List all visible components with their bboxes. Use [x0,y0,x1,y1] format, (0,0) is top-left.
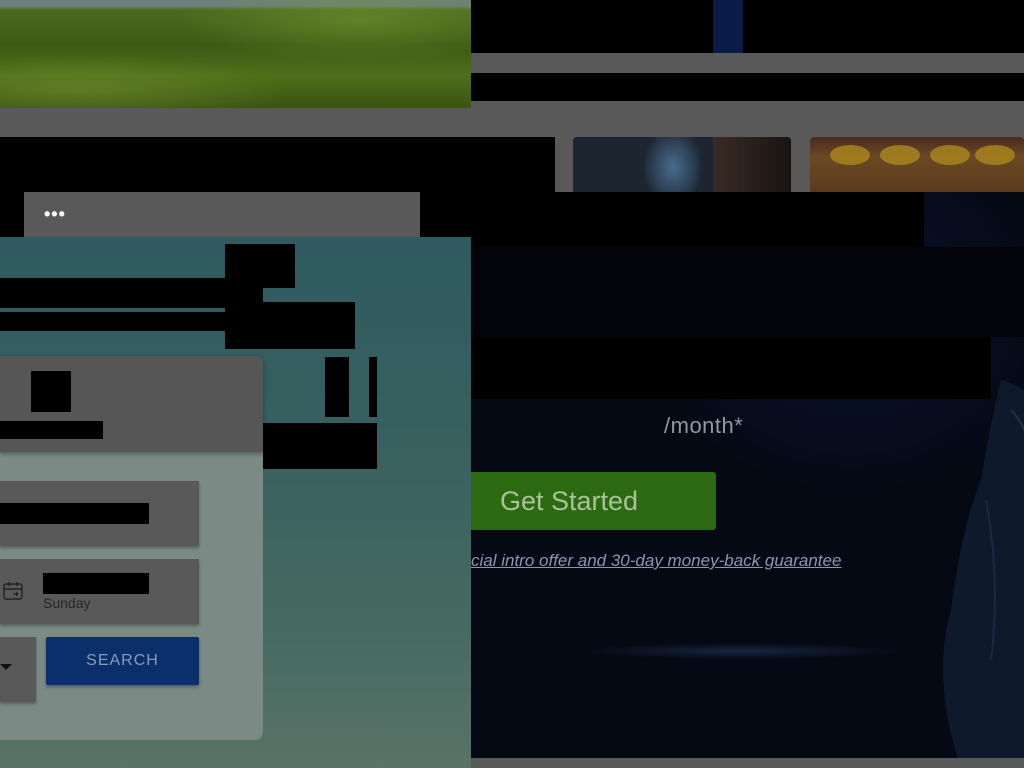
redacted-panel-title [0,421,103,439]
redacted-heading [252,423,377,469]
price-suffix: /month* [664,413,744,438]
redacted-nav-bar [471,73,1024,101]
divider [471,53,1024,73]
calendar-icon [3,582,23,600]
get-started-button[interactable]: Get Started [471,472,716,530]
offer-details-link[interactable]: cial intro offer and 30-day money-back g… [471,551,841,571]
divider [0,108,471,137]
redacted-headline [471,192,924,247]
top-bar-accent [713,0,743,53]
right-window: /month* Get Started cial intro offer and… [471,0,1024,768]
search-input[interactable] [24,192,420,237]
person-image [943,380,1024,768]
thumbnail-image[interactable] [573,137,791,192]
redacted-heading [225,288,263,302]
redacted-header-bar [0,137,471,192]
redacted-thumbnail [471,137,555,192]
hero-landscape-image [0,0,471,108]
redacted-heading [325,357,349,417]
redacted-top-bar [471,0,1024,53]
redacted-field-value [0,503,149,524]
redacted-panel-icon [31,371,71,412]
divider [471,101,1024,137]
thumbnail-image[interactable] [810,137,1024,192]
divider [471,758,1024,768]
chevron-down-icon [0,664,12,670]
date-weekday: Sunday [43,595,91,611]
redacted-date-value [43,573,149,594]
decorative-glow [581,640,901,662]
redacted-heading [0,278,238,308]
redacted-heading [0,312,228,331]
redacted-headline [471,247,1024,337]
redacted-heading [369,357,377,417]
search-button[interactable]: SEARCH [46,637,199,685]
search-submit-button[interactable] [429,192,469,237]
redacted-heading [225,302,355,349]
left-window: Sunday SEARCH [0,0,471,768]
